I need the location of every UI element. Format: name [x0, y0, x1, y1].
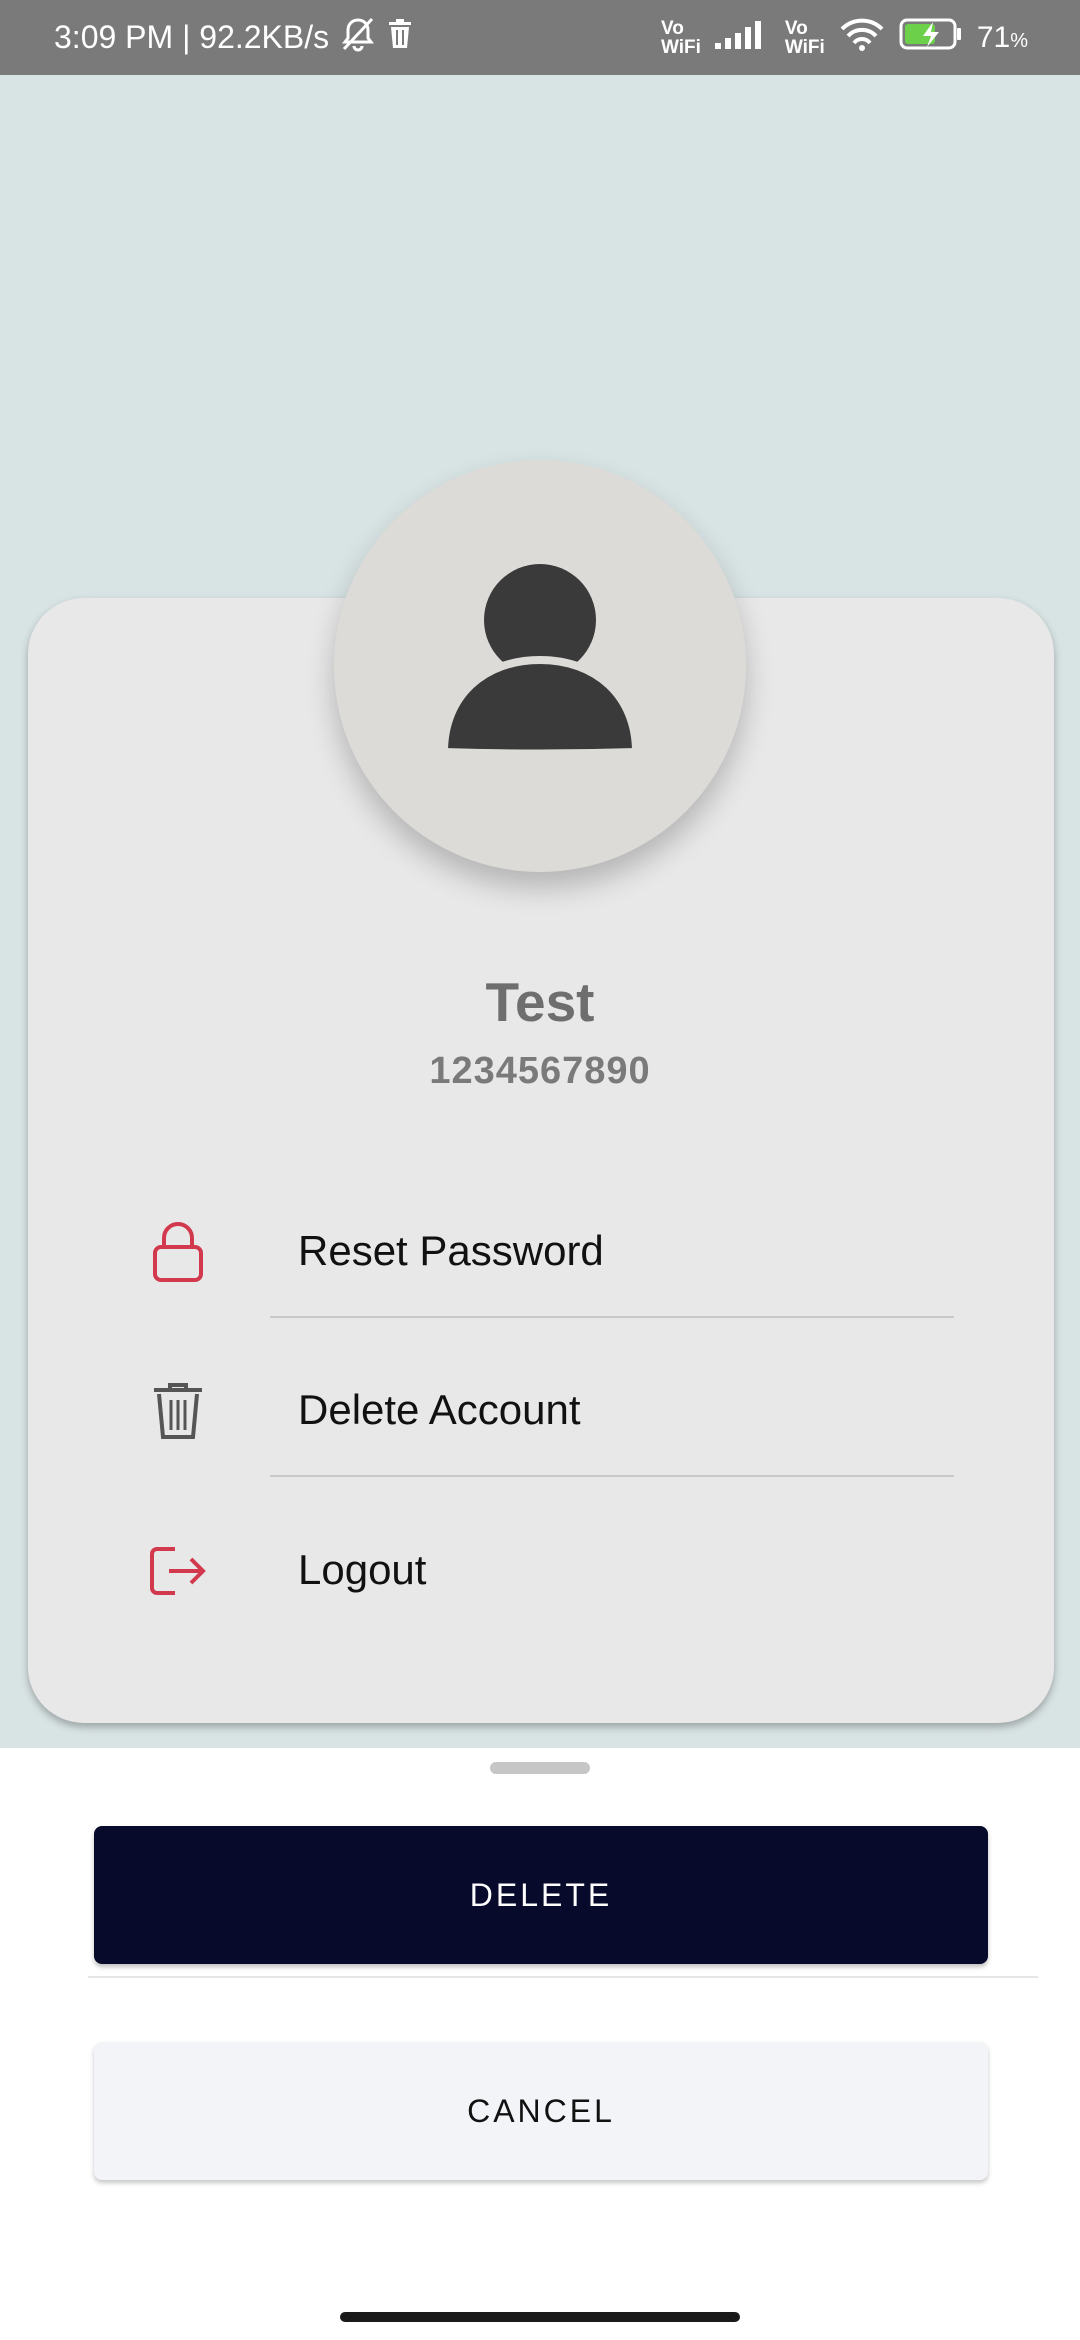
sheet-divider — [88, 1976, 1038, 1978]
screen: 3:09 PM | 92.2KB/s Vo WiFi Vo WiFi 71% T… — [0, 0, 1080, 2340]
menu-divider — [270, 1475, 954, 1477]
menu-item-delete-account[interactable]: Delete Account — [28, 1335, 1054, 1485]
status-right: Vo WiFi Vo WiFi 71% — [661, 17, 1028, 59]
vowifi-indicator-2: Vo WiFi — [784, 17, 825, 58]
bottom-sheet: DELETE CANCEL — [0, 1748, 1080, 2340]
user-phone: 1234567890 — [429, 1050, 651, 1092]
menu-divider — [270, 1316, 954, 1318]
vowifi-indicator: Vo WiFi — [660, 17, 701, 58]
user-name: Test — [485, 971, 595, 1033]
menu-item-reset-password[interactable]: Reset Password — [28, 1176, 1054, 1326]
menu-item-logout[interactable]: Logout — [28, 1495, 1054, 1645]
wifi-icon — [839, 17, 885, 59]
battery-icon — [899, 17, 963, 59]
drag-handle[interactable] — [490, 1762, 590, 1774]
lock-icon — [148, 1221, 208, 1283]
battery-percent: 71% — [976, 20, 1028, 54]
person-icon — [439, 563, 641, 769]
status-bar: 3:09 PM | 92.2KB/s Vo WiFi Vo WiFi 71% — [0, 0, 1080, 75]
menu-label-logout: Logout — [298, 1546, 427, 1593]
cancel-button[interactable]: CANCEL — [94, 2042, 988, 2180]
home-indicator[interactable] — [340, 2312, 740, 2322]
trash-icon — [148, 1380, 208, 1442]
logout-icon — [148, 1540, 208, 1602]
avatar — [334, 460, 746, 872]
trash-status-icon — [387, 18, 413, 58]
menu-label-reset-password: Reset Password — [298, 1227, 604, 1274]
status-left: 3:09 PM | 92.2KB/s — [54, 16, 413, 60]
bell-off-icon — [341, 16, 375, 60]
status-time-speed: 3:09 PM | 92.2KB/s — [54, 19, 330, 55]
delete-button[interactable]: DELETE — [94, 1826, 988, 1964]
menu-label-delete-account: Delete Account — [298, 1386, 581, 1433]
signal-icon — [714, 19, 771, 57]
